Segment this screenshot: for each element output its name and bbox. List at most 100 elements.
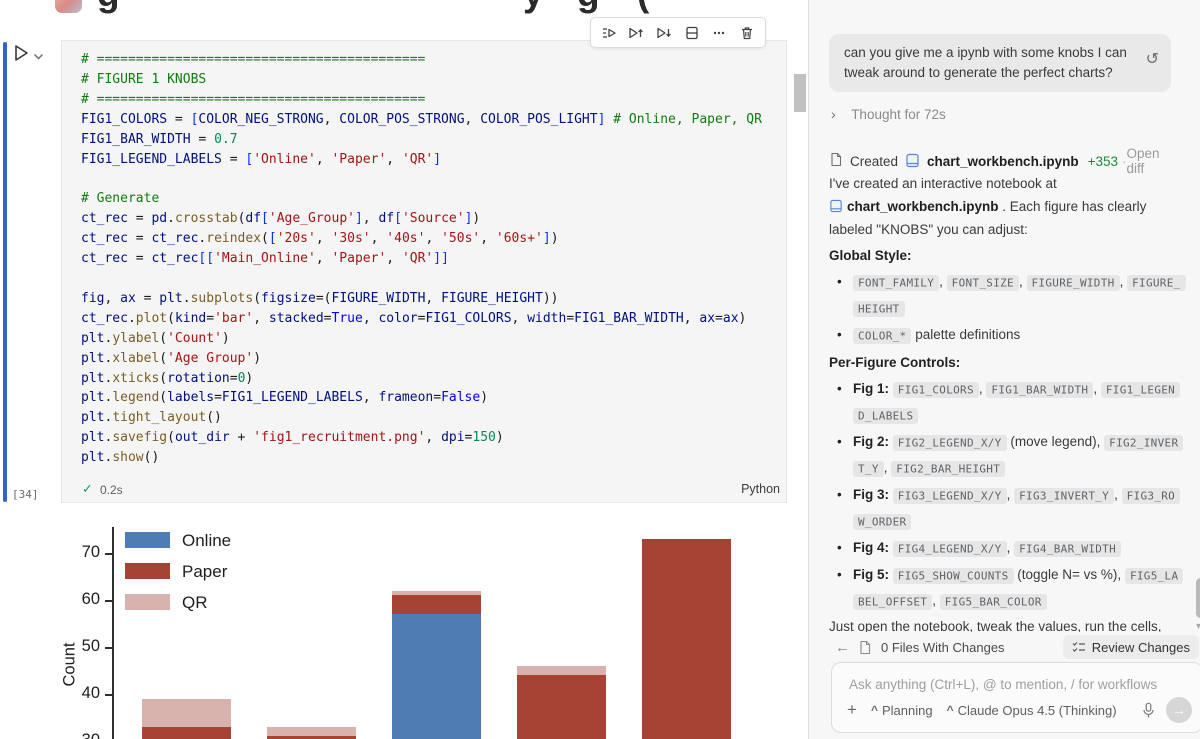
add-context-button[interactable]: + bbox=[847, 700, 857, 720]
cell-status-bar: ✓ 0.2s Python bbox=[62, 478, 786, 502]
code-line: plt.savefig(out_dir + 'fig1_recruitment.… bbox=[81, 430, 504, 446]
y-tick-mark bbox=[105, 647, 112, 649]
file-icon bbox=[858, 640, 872, 655]
chat-panel: can you give me a ipynb with some knobs … bbox=[808, 0, 1200, 739]
bar-segment-paper bbox=[391, 595, 481, 615]
run-cell-button[interactable] bbox=[11, 43, 31, 63]
y-tick-mark bbox=[105, 600, 112, 602]
execution-count: [34] bbox=[12, 488, 39, 501]
message-text: , bbox=[1119, 274, 1128, 289]
more-actions-icon[interactable] bbox=[708, 22, 730, 44]
cell-language-selector[interactable]: Python bbox=[741, 482, 780, 496]
message-text: , bbox=[1006, 487, 1015, 502]
scroll-down-icon[interactable]: ▾ bbox=[1196, 621, 1200, 632]
created-file-name[interactable]: chart_workbench.ipynb bbox=[927, 154, 1079, 169]
model-caret-icon: ^ bbox=[946, 703, 954, 717]
microphone-icon[interactable] bbox=[1141, 702, 1156, 719]
bar-segment-online bbox=[391, 614, 481, 739]
send-button[interactable]: → bbox=[1166, 697, 1192, 723]
bold-text: Fig 3: bbox=[853, 487, 893, 502]
legend-label: QR bbox=[182, 593, 208, 612]
chat-input[interactable]: Ask anything (Ctrl+L), @ to mention, / f… bbox=[831, 662, 1200, 733]
code-chip: FIG5_BAR_COLOR bbox=[939, 593, 1047, 610]
back-arrow-icon[interactable]: ← bbox=[835, 639, 850, 656]
chat-scrollbar[interactable] bbox=[1196, 578, 1200, 618]
code-chip: FIG2_BAR_HEIGHT bbox=[891, 460, 1006, 477]
split-cell-icon[interactable] bbox=[681, 22, 703, 44]
code-editor[interactable]: # ======================================… bbox=[81, 50, 762, 468]
model-selector[interactable]: Claude Opus 4.5 (Thinking) bbox=[958, 703, 1117, 718]
code-line: plt.show() bbox=[81, 450, 160, 466]
message-bullet: Fig 5: FIG5_SHOW_COUNTS (toggle N= vs %)… bbox=[829, 562, 1184, 614]
heading-emoji-icon bbox=[55, 0, 82, 13]
message-bullet: Fig 1: FIG1_COLORS, FIG1_BAR_WIDTH, FIG1… bbox=[829, 376, 1181, 428]
code-line: plt.xlabel('Age Group') bbox=[81, 350, 262, 366]
bar-segment-qr bbox=[266, 726, 356, 737]
code-line: FIG1_COLORS = [COLOR_NEG_STRONG, COLOR_P… bbox=[81, 111, 762, 127]
heading-glyph-fragment: ( bbox=[637, 0, 649, 15]
review-changes-button[interactable]: Review Changes bbox=[1062, 635, 1199, 659]
thought-toggle[interactable]: › Thought for 72s bbox=[831, 106, 946, 122]
notebook-file-icon bbox=[905, 153, 920, 169]
message-text: , bbox=[939, 274, 947, 289]
message-text: I've created an interactive notebook at bbox=[829, 176, 1057, 191]
y-tick-mark bbox=[105, 694, 112, 696]
code-line: FIG1_BAR_WIDTH = 0.7 bbox=[81, 131, 238, 147]
run-by-line-icon[interactable] bbox=[598, 22, 620, 44]
legend-swatch bbox=[125, 594, 170, 610]
code-chip: FIG4_BAR_WIDTH bbox=[1014, 540, 1122, 557]
restore-checkpoint-icon[interactable]: ↺ bbox=[1146, 50, 1159, 70]
cell-focus-bar bbox=[3, 42, 7, 502]
diff-additions-badge: +353 bbox=[1087, 153, 1118, 169]
message-text: , bbox=[1006, 540, 1015, 555]
legend-swatch bbox=[125, 563, 170, 579]
code-chip: FIG1_BAR_WIDTH bbox=[986, 381, 1094, 398]
mode-selector[interactable]: Planning bbox=[882, 703, 933, 718]
chat-input-placeholder: Ask anything (Ctrl+L), @ to mention, / f… bbox=[849, 677, 1158, 692]
message-bullet: Fig 2: FIG2_LEGEND_X/Y (move legend), FI… bbox=[829, 429, 1184, 481]
code-cell[interactable]: # ======================================… bbox=[61, 40, 787, 503]
user-message-text: can you give me a ipynb with some knobs … bbox=[844, 45, 1127, 80]
code-chip: COLOR_* bbox=[853, 327, 912, 344]
code-line: # ======================================… bbox=[81, 52, 426, 67]
code-line: # ======================================… bbox=[81, 91, 426, 107]
created-action-label: Created bbox=[850, 153, 899, 169]
code-chip: FIG2_LEGEND_X/Y bbox=[892, 434, 1007, 451]
heading-glyph-fragment: g bbox=[97, 0, 120, 15]
bar-segment-qr bbox=[141, 698, 231, 727]
heading-glyph-fragment: y bbox=[523, 0, 544, 15]
file-reference[interactable]: chart_workbench.ipynb bbox=[829, 199, 999, 214]
code-line: # Generate bbox=[81, 191, 160, 207]
legend-swatch bbox=[125, 532, 170, 548]
message-paragraph: I've created an interactive notebook at … bbox=[829, 172, 1181, 241]
code-line: # FIGURE 1 KNOBS bbox=[81, 71, 207, 87]
run-options-chevron-icon[interactable] bbox=[33, 48, 45, 60]
y-axis-line bbox=[112, 527, 114, 739]
message-text: , bbox=[1093, 381, 1101, 396]
bold-text: Fig 2: bbox=[853, 434, 893, 449]
code-chip: FIG3_LEGEND_X/Y bbox=[892, 487, 1007, 504]
message-text: (toggle N= vs %), bbox=[1013, 567, 1125, 582]
code-line: FIG1_LEGEND_LABELS = ['Online', 'Paper',… bbox=[81, 151, 442, 167]
message-text: , bbox=[1018, 274, 1027, 289]
message-text: palette definitions bbox=[911, 327, 1021, 342]
files-changed-bar: ← 0 Files With Changes Review Changes bbox=[821, 632, 1200, 662]
message-section-heading: Per-Figure Controls: bbox=[829, 355, 961, 370]
bold-text: Fig 5: bbox=[853, 567, 893, 582]
legend-label: Online bbox=[182, 531, 232, 550]
success-check-icon: ✓ bbox=[82, 481, 93, 496]
code-line: plt.legend(labels=FIG1_LEGEND_LABELS, fr… bbox=[81, 390, 489, 406]
run-above-icon[interactable] bbox=[625, 22, 647, 44]
message-bullet: Fig 4: FIG4_LEGEND_X/Y, FIG4_BAR_WIDTH bbox=[829, 535, 1181, 561]
execution-time: 0.2s bbox=[100, 483, 123, 497]
run-below-icon[interactable] bbox=[653, 22, 675, 44]
y-tick-label: 70 bbox=[81, 543, 100, 561]
code-line: fig, ax = plt.subplots(figsize=(FIGURE_W… bbox=[81, 290, 559, 306]
delete-cell-icon[interactable] bbox=[736, 22, 758, 44]
code-chip: FIG3_INVERT_Y bbox=[1014, 487, 1115, 504]
cell-hover-toolbar bbox=[590, 17, 766, 48]
assistant-message: I've created an interactive notebook at … bbox=[829, 172, 1186, 663]
y-tick-mark bbox=[105, 553, 112, 555]
notebook-scrollbar[interactable] bbox=[794, 74, 806, 112]
